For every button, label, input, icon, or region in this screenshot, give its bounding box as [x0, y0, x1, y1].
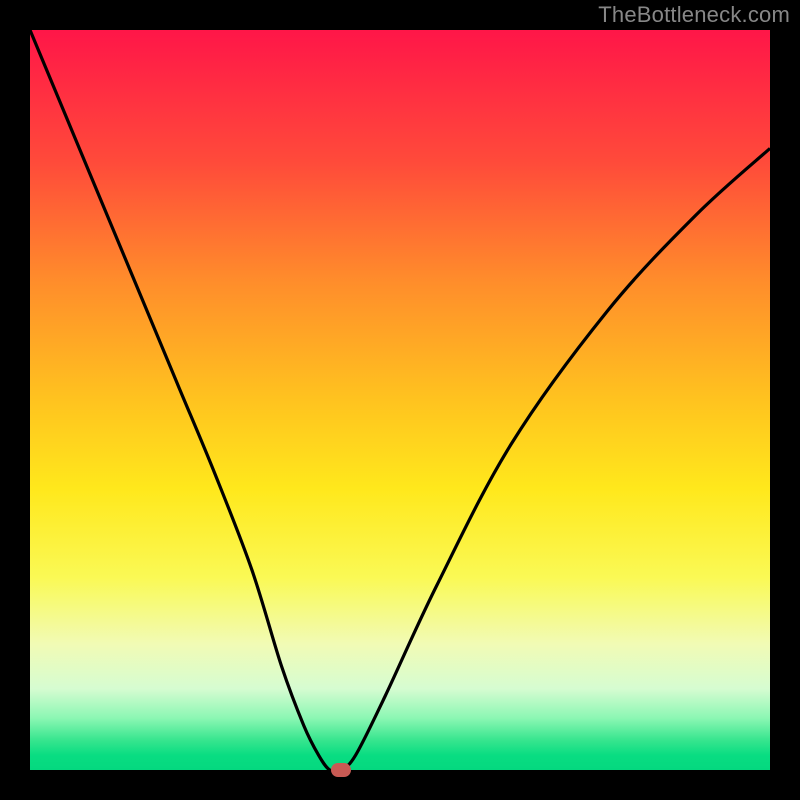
- watermark-text: TheBottleneck.com: [598, 2, 790, 28]
- chart-frame: TheBottleneck.com: [0, 0, 800, 800]
- curve-layer: [30, 30, 770, 770]
- optimal-marker: [331, 763, 351, 777]
- plot-area: [30, 30, 770, 770]
- bottleneck-curve: [30, 30, 770, 770]
